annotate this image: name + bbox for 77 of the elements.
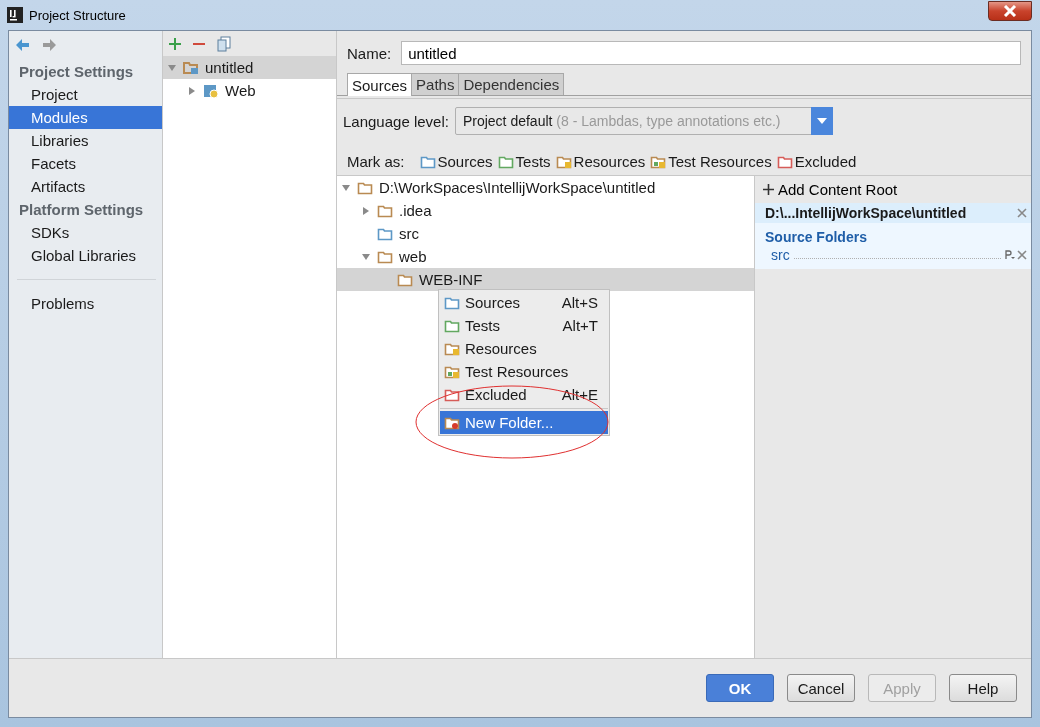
window-title: Project Structure: [29, 7, 127, 23]
test-resources-folder-icon: [650, 154, 667, 169]
mark-as-label: Mark as:: [347, 153, 405, 170]
tree-item[interactable]: Web: [163, 79, 336, 102]
forward-arrow-icon[interactable]: [41, 38, 57, 52]
name-field[interactable]: untitled: [401, 41, 1021, 65]
test-resources-folder-icon: [444, 364, 460, 379]
sidebar-item[interactable]: Problems: [9, 292, 162, 315]
folder-icon: [377, 203, 393, 218]
collapsed-arrow-icon[interactable]: [187, 85, 197, 96]
close-button[interactable]: [988, 1, 1032, 21]
menu-item[interactable]: Sources Alt+S: [440, 291, 608, 314]
tests-folder-icon: [444, 318, 460, 333]
add-icon: [763, 184, 774, 195]
sidebar-item[interactable]: Facets: [9, 152, 162, 175]
tab[interactable]: Paths: [411, 73, 460, 95]
sidebar-item[interactable]: Global Libraries: [9, 244, 162, 267]
menu-item[interactable]: Test Resources: [440, 360, 608, 383]
tab[interactable]: Dependencies: [458, 73, 565, 95]
package-prefix-icon[interactable]: [1005, 250, 1015, 260]
sidebar-item[interactable]: Modules: [9, 106, 162, 129]
mark-as-button[interactable]: Excluded: [776, 153, 857, 170]
tests-folder-icon: [497, 154, 514, 169]
sidebar-item[interactable]: Libraries: [9, 129, 162, 152]
language-level-label: Language level:: [343, 112, 449, 130]
expanded-arrow-icon[interactable]: [361, 251, 371, 262]
source-folder-icon: [377, 226, 393, 241]
web-facet-icon: [203, 83, 219, 98]
resources-folder-icon: [555, 154, 572, 169]
section-heading: Project Settings: [18, 62, 135, 82]
tree-item[interactable]: WEB-INF: [337, 268, 754, 291]
section-heading: Platform Settings: [18, 200, 145, 220]
folder-icon: [357, 180, 373, 195]
collapsed-arrow-icon[interactable]: [361, 205, 371, 216]
copy-icon[interactable]: [217, 35, 231, 52]
excluded-folder-icon: [776, 154, 793, 169]
app-logo-icon: [7, 7, 23, 23]
close-icon: [1003, 5, 1017, 17]
tree-item[interactable]: web: [337, 245, 754, 268]
source-folder-path: src: [771, 247, 790, 263]
source-folders-heading: Source Folders: [765, 228, 868, 247]
content-root-path: D:\...IntellijWorkSpace\untitled: [765, 205, 967, 221]
folder-icon: [377, 249, 393, 264]
mark-as-button[interactable]: Resources: [555, 153, 646, 170]
tree-item[interactable]: untitled: [163, 56, 336, 79]
new-folder-folder-icon: [444, 415, 460, 430]
mark-as-button[interactable]: Test Resources: [650, 153, 772, 170]
expanded-arrow-icon[interactable]: [167, 62, 177, 73]
name-label: Name:: [347, 44, 392, 62]
sources-folder-icon: [419, 154, 436, 169]
language-level-dropdown[interactable]: Project default (8 - Lambdas, type annotations etc.): [454, 107, 833, 135]
mark-as-button[interactable]: Sources: [419, 153, 493, 170]
dialog-button[interactable]: OK: [706, 674, 774, 702]
sidebar-item[interactable]: SDKs: [9, 221, 162, 244]
sources-folder-icon: [444, 295, 460, 310]
add-icon[interactable]: [169, 37, 181, 50]
module-folder-icon: [183, 60, 199, 75]
back-arrow-icon[interactable]: [15, 38, 31, 52]
tree-item[interactable]: src: [337, 222, 754, 245]
resources-folder-icon: [444, 341, 460, 356]
tree-item[interactable]: .idea: [337, 199, 754, 222]
menu-item[interactable]: Tests Alt+T: [440, 314, 608, 337]
dialog-button[interactable]: Cancel: [787, 674, 855, 702]
sidebar-item[interactable]: Project: [9, 83, 162, 106]
excluded-folder-icon: [444, 387, 460, 402]
expanded-arrow-icon[interactable]: [341, 182, 351, 193]
menu-item[interactable]: New Folder...: [440, 411, 608, 434]
close-icon[interactable]: [1017, 250, 1027, 260]
mark-as-button[interactable]: Tests: [497, 153, 551, 170]
folder-icon: [397, 272, 413, 287]
tree-item[interactable]: D:\WorkSpaces\IntellijWorkSpace\untitled: [337, 176, 754, 199]
sidebar-item[interactable]: Artifacts: [9, 175, 162, 198]
close-icon[interactable]: [1017, 208, 1027, 218]
tab[interactable]: Sources: [347, 73, 413, 96]
menu-item[interactable]: Resources: [440, 337, 608, 360]
dropdown-arrow-icon: [816, 118, 827, 124]
dialog-button[interactable]: Help: [949, 674, 1017, 702]
